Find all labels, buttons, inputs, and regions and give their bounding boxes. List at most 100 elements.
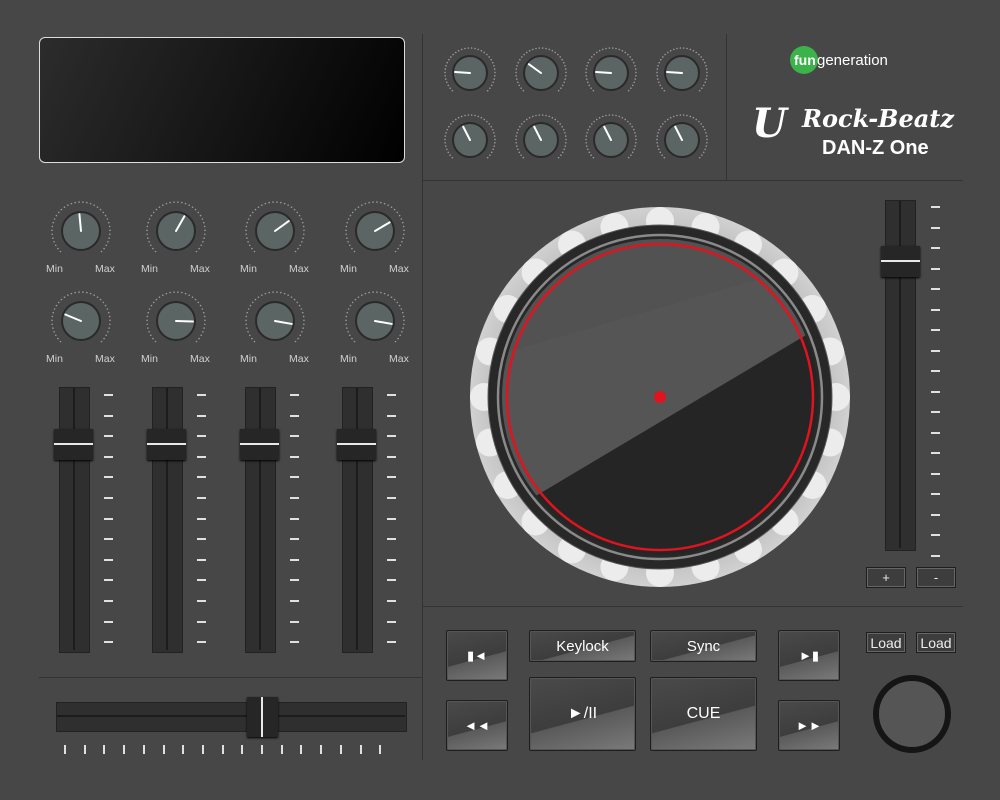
prev-track-button[interactable]: ▮◄ [446, 630, 508, 681]
fader-scale-tick [387, 641, 396, 644]
fader-scale-tick [197, 558, 206, 561]
pitch-scale-tick [931, 226, 940, 229]
pitch-scale-tick [931, 534, 940, 536]
fader-scale-tick [387, 476, 396, 479]
mixer-knob-r0-c1[interactable] [144, 199, 208, 268]
fx-knob-6[interactable] [513, 112, 569, 173]
channel-fader-handle-3[interactable] [240, 428, 279, 460]
fader-scale-tick [197, 579, 206, 582]
fader-scale-tick [104, 538, 113, 541]
keylock-button[interactable]: Keylock [529, 630, 636, 662]
cue-button[interactable]: CUE [650, 677, 757, 751]
fader-scale-tick [197, 620, 206, 623]
fungeneration-logo: fun generation [790, 46, 970, 76]
fx-knob-1[interactable] [442, 45, 498, 106]
channel-fader-handle-1[interactable] [54, 428, 93, 460]
fx-knob-2[interactable] [513, 45, 569, 106]
fast-forward-button[interactable]: ►► [778, 700, 840, 751]
mixer-knob-r0-c0[interactable] [49, 199, 113, 268]
divider-fx-bottom [423, 180, 963, 181]
fader-scale-tick [104, 455, 113, 458]
knob-min-label: Min [240, 263, 257, 275]
mixer-knob-r1-c2[interactable] [243, 289, 307, 358]
pitch-scale-tick [931, 411, 940, 413]
sync-button[interactable]: Sync [650, 630, 757, 662]
fx-knob-3[interactable] [583, 45, 639, 106]
knob-min-label: Min [46, 353, 63, 365]
fx-knob-5[interactable] [442, 112, 498, 173]
fader-scale-tick [290, 476, 299, 479]
fader-scale-tick [290, 538, 299, 541]
fader-scale-tick [290, 620, 299, 623]
load-button-right[interactable]: Load [916, 632, 956, 653]
crossfader-scale-tick [221, 745, 224, 754]
mixer-knob-r1-c1[interactable] [144, 289, 208, 358]
knob-max-label: Max [289, 353, 309, 365]
knob-min-label: Min [240, 353, 257, 365]
fx-knob-7[interactable] [583, 112, 639, 173]
knob-max-label: Max [190, 353, 210, 365]
channel-fader-track-line [356, 388, 358, 650]
fader-scale-tick [197, 394, 206, 396]
channel-fader-handle-2[interactable] [147, 428, 186, 460]
pitch-scale-tick [931, 206, 940, 208]
pitch-fader-handle[interactable] [881, 245, 920, 277]
fader-scale-tick [104, 414, 113, 417]
pitch-scale-tick [931, 288, 940, 290]
channel-fader-handle-4[interactable] [337, 428, 376, 460]
mixer-knob-r0-c3[interactable] [343, 199, 407, 268]
knob-min-label: Min [46, 263, 63, 275]
play-pause-button[interactable]: ►/II [529, 677, 636, 751]
rewind-button[interactable]: ◄◄ [446, 700, 508, 751]
jog-wheel[interactable] [470, 207, 850, 587]
product-u-mark: U [752, 100, 787, 147]
model-name: DAN-Z One [822, 137, 929, 159]
knob-max-label: Max [289, 263, 309, 275]
fader-scale-tick [197, 476, 206, 479]
fader-scale-tick [290, 579, 299, 582]
fader-scale-tick [387, 517, 396, 520]
mixer-knob-r0-c2[interactable] [243, 199, 307, 268]
pitch-scale-tick [931, 493, 940, 495]
fader-scale-tick [290, 517, 299, 520]
jog-center-dot [654, 391, 666, 403]
fader-scale-tick [104, 579, 113, 582]
knob-max-label: Max [95, 263, 115, 275]
fader-scale-tick [104, 435, 113, 438]
load-button-left[interactable]: Load [866, 632, 906, 653]
mixer-knob-r1-c3[interactable] [343, 289, 407, 358]
knob-max-label: Max [389, 263, 409, 275]
fader-scale-tick [387, 394, 396, 396]
crossfader-scale-tick [142, 745, 145, 754]
mixer-knob-r1-c0[interactable] [49, 289, 113, 358]
fader-scale-tick [104, 620, 113, 623]
crossfader-scale-tick [300, 745, 303, 754]
fx-knob-8[interactable] [654, 112, 710, 173]
pitch-plus-button[interactable]: + [866, 567, 906, 588]
crossfader-scale-tick [241, 745, 244, 754]
fader-scale-tick [197, 641, 206, 644]
fader-scale-tick [197, 517, 206, 520]
logo-prefix: fun [794, 52, 816, 68]
next-track-button[interactable]: ►▮ [778, 630, 840, 681]
pitch-scale-tick [931, 390, 940, 393]
pitch-minus-button[interactable]: - [916, 567, 956, 588]
divider-crossfader-top [39, 677, 422, 678]
rewind-icon: ◄◄ [464, 718, 490, 733]
fx-knob-4[interactable] [654, 45, 710, 106]
next-track-icon: ►▮ [798, 647, 820, 663]
fader-scale-tick [387, 435, 396, 438]
fader-scale-tick [290, 414, 299, 417]
fader-scale-tick [104, 517, 113, 520]
fader-scale-tick [197, 538, 206, 541]
divider-fx-brand [726, 34, 727, 180]
crossfader-scale-tick [162, 745, 165, 754]
crossfader-scale-tick [339, 745, 342, 754]
fader-scale-tick [387, 620, 396, 623]
fader-scale-tick [197, 435, 206, 438]
knob-min-label: Min [340, 263, 357, 275]
pitch-scale-tick [931, 349, 940, 352]
crossfader-handle[interactable] [246, 697, 278, 737]
round-action-button[interactable] [873, 675, 951, 753]
channel-fader-track-line [259, 388, 261, 650]
